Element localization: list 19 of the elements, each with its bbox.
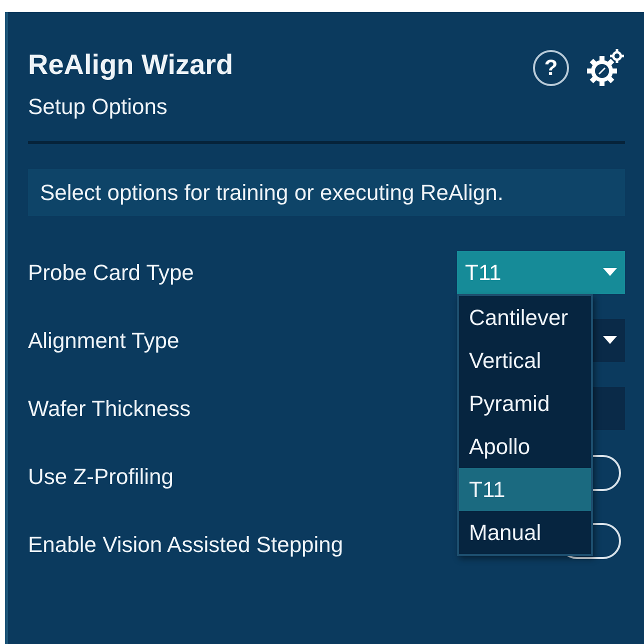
menu-item[interactable]: Apollo — [459, 424, 591, 468]
menu-item[interactable]: T11 — [459, 468, 591, 511]
help-button[interactable]: ? — [533, 50, 569, 86]
menu-item[interactable]: Cantilever — [459, 296, 591, 339]
info-text: Select options for training or executing ReAlign. — [28, 168, 625, 216]
option-label: Enable Vision Assisted Stepping — [28, 530, 344, 559]
option-label: Probe Card Type — [28, 258, 194, 287]
caret-icon — [603, 268, 617, 276]
wizard-title: ReAlign Wizard — [28, 48, 234, 82]
dropdown[interactable]: T11 — [457, 250, 625, 294]
menu-item[interactable]: Manual — [459, 510, 591, 554]
settings-icon[interactable] — [585, 48, 625, 88]
option-label: Alignment Type — [28, 326, 180, 355]
caret-icon — [603, 336, 617, 344]
menu-item[interactable]: Vertical — [459, 338, 591, 382]
wizard-subtitle: Setup Options — [28, 92, 168, 121]
option-label: Wafer Thickness — [28, 394, 191, 423]
option-label: Use Z-Profiling — [28, 462, 174, 491]
menu-item[interactable]: Pyramid — [459, 382, 591, 425]
